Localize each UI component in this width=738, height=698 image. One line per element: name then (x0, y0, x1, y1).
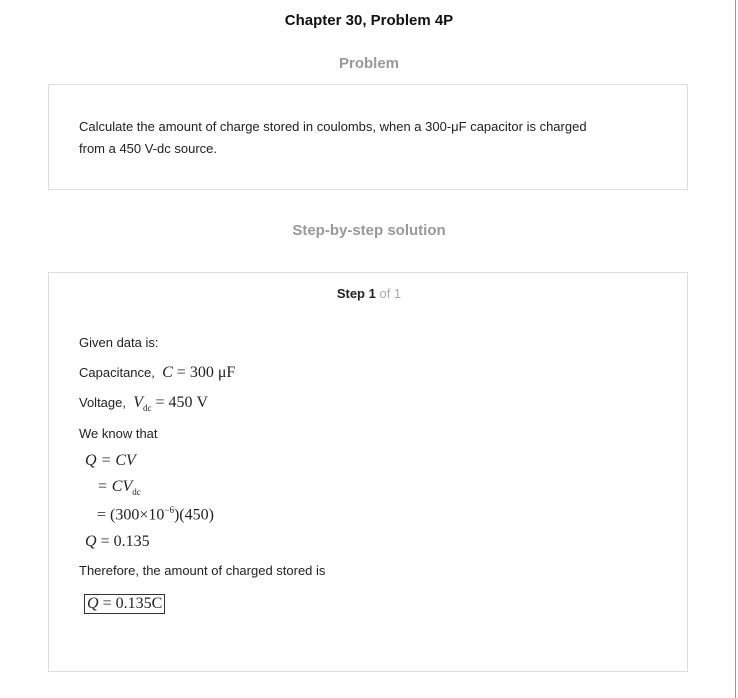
equation-4: Q = 0.135 (85, 533, 150, 550)
problem-box: Calculate the amount of charge stored in… (48, 84, 688, 190)
equation-1: Q = CV (85, 452, 136, 469)
voltage-line: Voltage, Vdc = 450 V (79, 394, 209, 414)
page-edge (735, 0, 736, 698)
step-indicator: Step 1 of 1 (336, 286, 402, 301)
given-text: Given data is: (79, 335, 159, 350)
know-text: We know that (79, 426, 158, 441)
equation-2: = CVdc (97, 478, 141, 498)
problem-text: Calculate the amount of charge stored in… (79, 119, 587, 156)
capacitance-line: Capacitance, C = 300 μF (79, 364, 236, 381)
page-title: Chapter 30, Problem 4P (284, 12, 454, 29)
therefore-text: Therefore, the amount of charged stored … (79, 563, 326, 578)
problem-heading: Problem (338, 55, 399, 72)
equation-3: = (300×10−6)(450) (97, 505, 214, 524)
final-answer: Q = 0.135C (84, 594, 166, 614)
solution-heading: Step-by-step solution (292, 222, 446, 239)
